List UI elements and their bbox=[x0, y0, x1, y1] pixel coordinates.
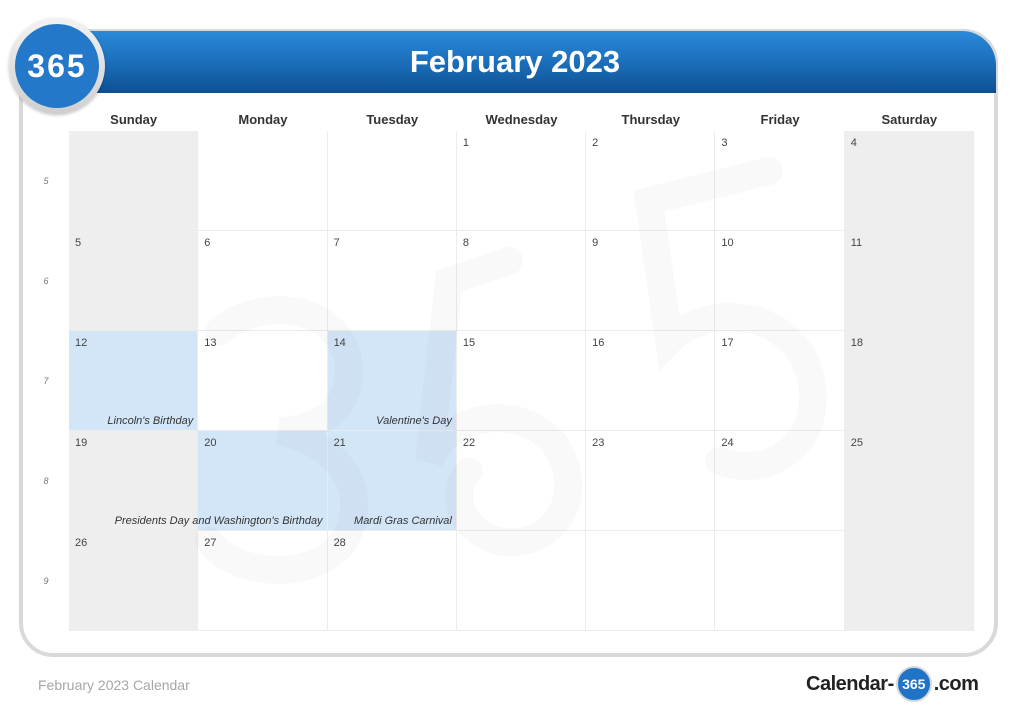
weekday-label: Friday bbox=[760, 112, 800, 127]
calendar365-logo[interactable]: Calendar- 365 .com bbox=[806, 664, 979, 704]
empty-day-cell bbox=[456, 531, 587, 631]
day-cell[interactable]: 5 bbox=[69, 231, 199, 331]
day-number: 23 bbox=[592, 437, 605, 449]
week-number: 5 bbox=[43, 176, 49, 186]
day-number: 18 bbox=[850, 337, 863, 349]
holiday-label: Valentine's Day bbox=[376, 415, 452, 427]
holiday-label: Presidents Day and Washington's Birthday bbox=[114, 515, 323, 527]
weekday-label: Monday bbox=[238, 112, 288, 127]
day-number: 11 bbox=[850, 237, 863, 249]
day-cell[interactable]: 6 bbox=[198, 231, 328, 331]
week-number: 7 bbox=[43, 376, 49, 386]
day-number: 9 bbox=[592, 237, 599, 249]
day-number: 15 bbox=[462, 337, 476, 349]
day-number: 17 bbox=[721, 337, 734, 349]
empty-day-cell bbox=[844, 531, 974, 631]
day-number: 26 bbox=[75, 537, 88, 549]
day-number: 5 bbox=[75, 237, 82, 249]
day-cell[interactable]: 10 bbox=[715, 231, 845, 331]
day-number: 27 bbox=[204, 537, 217, 549]
empty-day-cell bbox=[327, 131, 457, 231]
day-cell[interactable]: 28 bbox=[327, 531, 457, 631]
day-cell[interactable]: 11 bbox=[844, 231, 974, 331]
day-cell[interactable]: 21 Mardi Gras Carnival bbox=[327, 431, 457, 531]
day-cell[interactable]: 22 bbox=[456, 431, 587, 531]
day-cell[interactable]: 13 bbox=[198, 331, 328, 431]
weekday-label: Sunday bbox=[110, 112, 158, 127]
day-number: 20 bbox=[204, 437, 217, 449]
day-number: 14 bbox=[333, 337, 346, 349]
day-number: 24 bbox=[721, 437, 734, 449]
day-number: 21 bbox=[333, 437, 346, 449]
empty-day-cell bbox=[586, 531, 716, 631]
day-cell[interactable]: 16 bbox=[586, 331, 716, 431]
day-number: 25 bbox=[850, 437, 863, 449]
day-cell[interactable]: 17 bbox=[715, 331, 845, 431]
day-cell[interactable]: 25 bbox=[844, 431, 974, 531]
day-cell[interactable]: 9 bbox=[586, 231, 716, 331]
day-number: 2 bbox=[592, 137, 599, 149]
week-number: 8 bbox=[43, 476, 49, 486]
day-cell[interactable]: 2 bbox=[586, 131, 716, 231]
day-number: 28 bbox=[333, 537, 346, 549]
day-number: 4 bbox=[850, 137, 857, 149]
day-cell[interactable]: 20 Presidents Day and Washington's Birthd… bbox=[115, 431, 328, 531]
empty-day-cell bbox=[69, 131, 199, 231]
day-number: 7 bbox=[333, 237, 340, 249]
logo-badge: 365 bbox=[895, 666, 932, 702]
empty-day-cell bbox=[198, 131, 328, 231]
weekday-label: Wednesday bbox=[485, 112, 558, 127]
footer-caption: February 2023 Calendar bbox=[38, 677, 190, 693]
weekday-label: Saturday bbox=[881, 112, 938, 127]
day-cell[interactable]: 14 Valentine's Day bbox=[327, 331, 457, 431]
day-number: 10 bbox=[721, 237, 734, 249]
day-cell[interactable]: 23 bbox=[586, 431, 716, 531]
calendar-grid: 1 2 3 4 5 6 7 8 9 10 11 12 Lincoln's Birthday 13 14 Val… bbox=[69, 131, 974, 631]
day-cell[interactable]: 27 bbox=[198, 531, 328, 631]
day-cell[interactable]: 12 Lincoln's Birthday bbox=[69, 331, 199, 431]
day-number: 8 bbox=[462, 237, 469, 249]
day-number: 13 bbox=[204, 337, 217, 349]
weekday-label: Tuesday bbox=[366, 112, 419, 127]
day-cell[interactable]: 26 bbox=[69, 531, 199, 631]
holiday-label: Lincoln's Birthday bbox=[107, 415, 194, 427]
day-number: 12 bbox=[75, 337, 88, 349]
empty-day-cell bbox=[715, 531, 845, 631]
day-cell[interactable]: 24 bbox=[715, 431, 845, 531]
day-cell[interactable]: 18 bbox=[844, 331, 974, 431]
brand-badge: 365 bbox=[15, 24, 99, 108]
day-number: 3 bbox=[721, 137, 728, 149]
weekday-label: Thursday bbox=[621, 112, 681, 127]
day-cell[interactable]: 4 bbox=[844, 131, 974, 231]
logo-text-right: .com bbox=[933, 672, 979, 695]
day-cell[interactable]: 7 bbox=[327, 231, 457, 331]
day-number: 1 bbox=[462, 137, 469, 149]
month-title: February 2023 bbox=[409, 44, 621, 79]
day-cell[interactable]: 15 bbox=[456, 331, 587, 431]
day-number: 16 bbox=[592, 337, 605, 349]
week-number: 9 bbox=[43, 576, 49, 586]
day-cell[interactable]: 3 bbox=[715, 131, 845, 231]
day-cell[interactable]: 1 bbox=[456, 131, 587, 231]
day-cell[interactable]: 8 bbox=[456, 231, 587, 331]
weekday-header-row: Sunday Monday Tuesday Wednesday Thursday… bbox=[69, 110, 974, 130]
day-number: 22 bbox=[462, 437, 476, 449]
logo-text-left: Calendar- bbox=[806, 672, 894, 695]
day-number: 19 bbox=[75, 437, 88, 449]
week-number: 6 bbox=[43, 276, 49, 286]
holiday-label: Mardi Gras Carnival bbox=[354, 515, 452, 527]
day-number: 6 bbox=[204, 237, 211, 249]
